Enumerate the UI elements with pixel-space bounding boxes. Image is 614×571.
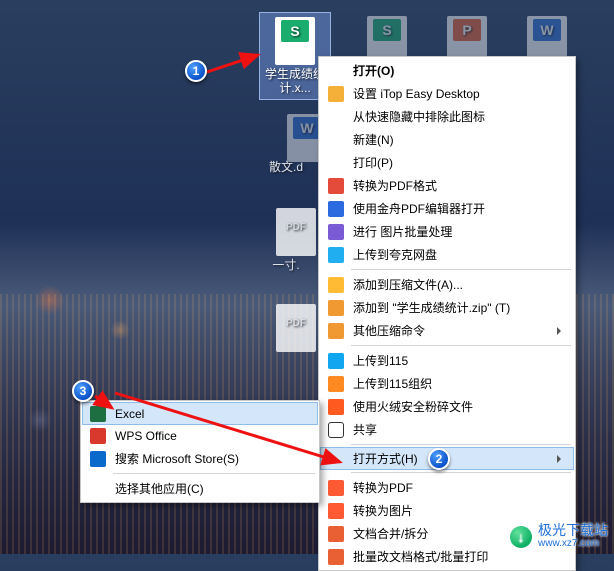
huorong-icon: [328, 399, 344, 415]
menu-batch-img[interactable]: 进行 图片批量处理: [321, 220, 573, 243]
menu-label: 从快速隐藏中排除此图标: [353, 108, 485, 125]
115-icon: [328, 353, 344, 369]
menu-jz-pdf[interactable]: 使用金舟PDF编辑器打开: [321, 197, 573, 220]
menu-label: 使用火绒安全粉碎文件: [353, 398, 473, 415]
submenu-other-app[interactable]: 选择其他应用(C): [83, 477, 317, 500]
menu-add-zip[interactable]: 添加到压缩文件(A)...: [321, 273, 573, 296]
menu-open[interactable]: 打开(O): [321, 59, 573, 82]
menu-separator: [113, 473, 315, 474]
wps-doc-icon: [328, 549, 344, 565]
menu-label: 批量改文档格式/批量打印: [353, 548, 488, 565]
menu-wps-img[interactable]: 转换为图片: [321, 499, 573, 522]
wps-office-icon: [90, 428, 106, 444]
wps-icon: [328, 503, 344, 519]
file-label-only[interactable]: 一寸.: [250, 258, 322, 276]
excel-icon: [90, 406, 106, 422]
menu-label: Excel: [115, 407, 144, 421]
watermark-icon: [510, 526, 532, 548]
watermark-title: 极光下载站: [538, 524, 608, 537]
menu-separator: [351, 472, 571, 473]
menu-open-with[interactable]: 打开方式(H): [320, 447, 574, 470]
menu-label: 文档合并/拆分: [353, 525, 428, 542]
menu-label: 共享: [353, 421, 377, 438]
menu-separator: [351, 269, 571, 270]
menu-upload-kk[interactable]: 上传到夸克网盘: [321, 243, 573, 266]
menu-label: 转换为PDF: [353, 479, 413, 496]
pdf-icon: [276, 304, 316, 352]
menu-label: 进行 图片批量处理: [353, 223, 452, 240]
menu-label: 转换为PDF格式: [353, 177, 437, 194]
menu-huorong[interactable]: 使用火绒安全粉碎文件: [321, 395, 573, 418]
menu-other-zip[interactable]: 其他压缩命令: [321, 319, 573, 342]
menu-label: 选择其他应用(C): [115, 480, 204, 497]
menu-upload-115[interactable]: 上传到115: [321, 349, 573, 372]
menu-label: 添加到 "学生成绩统计.zip" (T): [353, 299, 510, 316]
pdf-icon: [276, 208, 316, 256]
open-with-submenu: Excel WPS Office 搜索 Microsoft Store(S) 选…: [80, 400, 320, 503]
menu-wps-pdf[interactable]: 转换为PDF: [321, 476, 573, 499]
menu-label: 上传到115: [353, 352, 408, 369]
menu-label: 转换为图片: [353, 502, 413, 519]
file-label: 散文.d: [250, 160, 322, 178]
menu-itop[interactable]: 设置 iTop Easy Desktop: [321, 82, 573, 105]
menu-add-zip-named[interactable]: 添加到 "学生成绩统计.zip" (T): [321, 296, 573, 319]
menu-label: 打印(P): [353, 154, 393, 171]
wps-icon: [328, 480, 344, 496]
menu-upload-115org[interactable]: 上传到115组织: [321, 372, 573, 395]
image-icon: [328, 224, 344, 240]
menu-label: 打开(O): [353, 62, 394, 79]
menu-label: 其他压缩命令: [353, 322, 425, 339]
quark-icon: [328, 247, 344, 263]
menu-label: 新建(N): [353, 131, 394, 148]
menu-label: 添加到压缩文件(A)...: [353, 276, 463, 293]
menu-label: WPS Office: [115, 429, 177, 443]
file-label-only[interactable]: 散文.d: [250, 160, 322, 178]
menu-label: 使用金舟PDF编辑器打开: [353, 200, 485, 217]
menu-label: 打开方式(H): [353, 450, 418, 467]
menu-label: 搜索 Microsoft Store(S): [115, 450, 239, 467]
wps-doc-icon: [328, 526, 344, 542]
share-icon: [328, 422, 344, 438]
ms-store-icon: [90, 451, 106, 467]
menu-label: 设置 iTop Easy Desktop: [353, 85, 480, 102]
submenu-store[interactable]: 搜索 Microsoft Store(S): [83, 447, 317, 470]
menu-separator: [351, 444, 571, 445]
itop-icon: [328, 86, 344, 102]
menu-label: 上传到115组织: [353, 375, 432, 392]
115-org-icon: [328, 376, 344, 392]
submenu-excel[interactable]: Excel: [82, 402, 318, 425]
file-label: 一寸.: [250, 258, 322, 276]
pdf-icon: [328, 178, 344, 194]
watermark-url: www.xz7.com: [538, 537, 608, 550]
menu-label: 上传到夸克网盘: [353, 246, 437, 263]
zip-icon: [328, 323, 344, 339]
zip-icon: [328, 300, 344, 316]
menu-new[interactable]: 新建(N): [321, 128, 573, 151]
menu-separator: [351, 345, 571, 346]
watermark: 极光下载站 www.xz7.com: [510, 524, 608, 550]
jz-icon: [328, 201, 344, 217]
menu-share[interactable]: 共享: [321, 418, 573, 441]
desktop: 学生成绩统计.x... 极... 散文.d 一寸. 打开(O) 设置 iTop …: [0, 0, 614, 554]
context-menu: 打开(O) 设置 iTop Easy Desktop 从快速隐藏中排除此图标 新…: [318, 56, 576, 571]
spreadsheet-icon: [275, 17, 315, 65]
menu-hide-icon[interactable]: 从快速隐藏中排除此图标: [321, 105, 573, 128]
zip-icon: [328, 277, 344, 293]
menu-to-pdf[interactable]: 转换为PDF格式: [321, 174, 573, 197]
menu-print[interactable]: 打印(P): [321, 151, 573, 174]
submenu-wps[interactable]: WPS Office: [83, 424, 317, 447]
